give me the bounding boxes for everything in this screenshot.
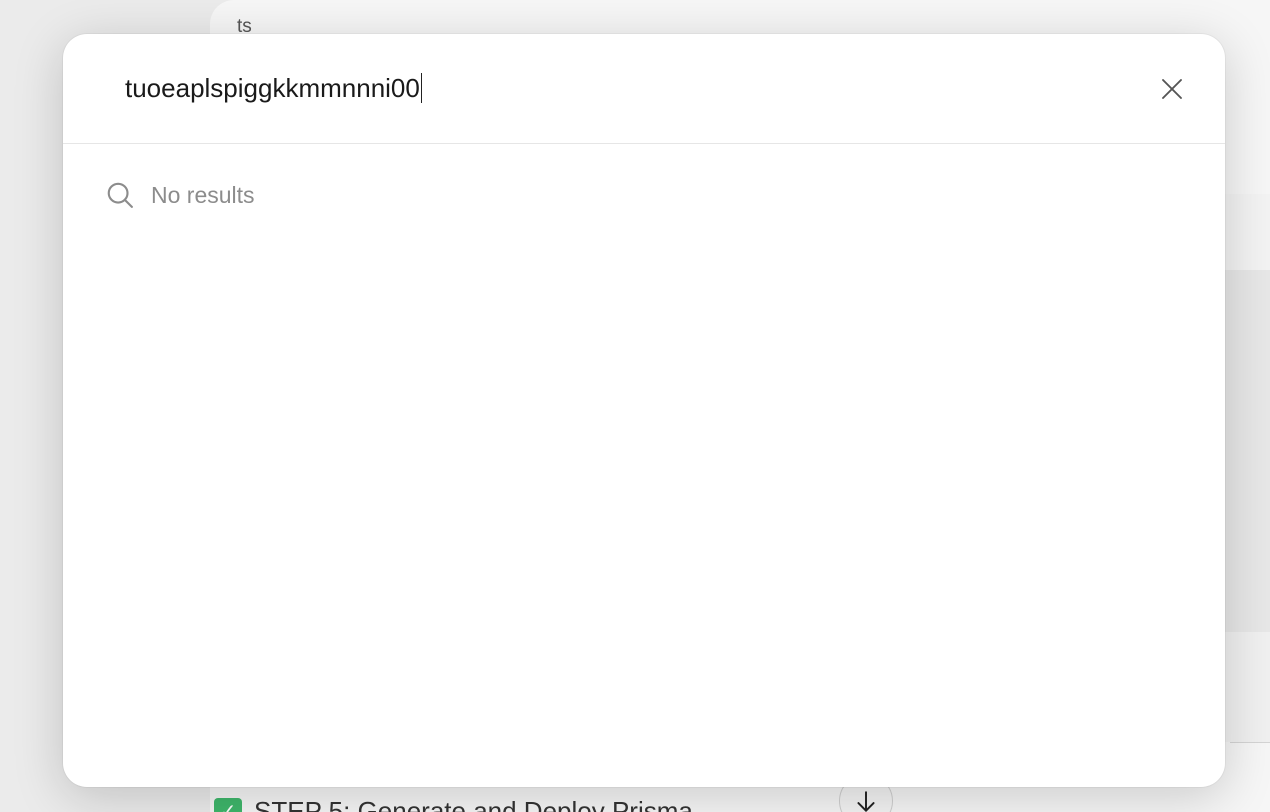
step-heading-label: STEP 5: Generate and Deploy Prisma	[254, 796, 693, 812]
text-caret	[420, 73, 423, 103]
search-dialog: tuoeaplspiggkkmmnnni00 No results	[63, 34, 1225, 787]
background-step-heading: ✓ STEP 5: Generate and Deploy Prisma	[214, 796, 693, 812]
arrow-down-icon	[857, 791, 875, 812]
checkmark-icon: ✓	[214, 797, 242, 812]
search-icon	[107, 182, 133, 208]
search-query-text: tuoeaplspiggkkmmnnni00	[125, 72, 420, 103]
empty-state: No results	[105, 180, 1225, 210]
close-icon	[1162, 79, 1182, 99]
search-input[interactable]: tuoeaplspiggkkmmnnni00	[125, 68, 1125, 108]
empty-state-label: No results	[151, 181, 255, 208]
close-button[interactable]	[1157, 74, 1187, 104]
search-dialog-header: tuoeaplspiggkkmmnnni00	[63, 34, 1225, 144]
search-results: No results	[63, 144, 1225, 210]
background-divider	[1230, 742, 1270, 743]
